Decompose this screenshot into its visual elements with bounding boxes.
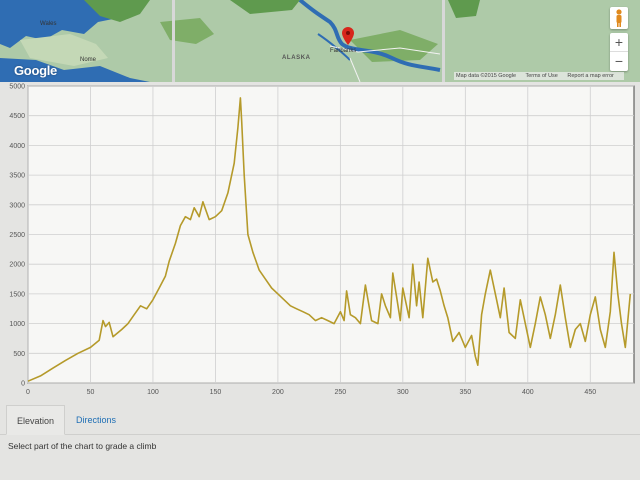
- map-pin-icon[interactable]: [342, 27, 354, 45]
- x-tick-label: 0: [26, 389, 30, 396]
- zoom-in-button[interactable]: +: [610, 33, 628, 52]
- map-footer: Map data ©2015 Google Terms of Use Repor…: [454, 72, 624, 80]
- x-tick-label: 400: [522, 389, 534, 396]
- x-tick-label: 200: [272, 389, 284, 396]
- zoom-control: + −: [610, 33, 628, 71]
- place-label-alaska: ALASKA: [282, 55, 311, 61]
- x-tick-label: 350: [459, 389, 471, 396]
- x-tick-label: 50: [87, 389, 95, 396]
- x-tick-label: 100: [147, 389, 159, 396]
- place-label-wales: Wales: [40, 21, 57, 27]
- y-tick-label: 3000: [9, 202, 25, 209]
- y-tick-label: 2500: [9, 232, 25, 239]
- y-tick-label: 1000: [9, 321, 25, 328]
- map-tile-seam: [442, 0, 445, 82]
- place-label-fairbanks: Fairbanks: [330, 48, 357, 54]
- terms-of-use-link[interactable]: Terms of Use: [525, 73, 557, 79]
- y-tick-label: 5000: [9, 84, 25, 91]
- tab-elevation[interactable]: Elevation: [6, 405, 66, 435]
- elevation-chart-svg[interactable]: 0500100015002000250030003500400045005000…: [4, 82, 640, 402]
- report-map-error-link[interactable]: Report a map error: [567, 73, 613, 79]
- map-tile-seam: [172, 0, 175, 82]
- map-terrain: [0, 0, 640, 82]
- y-tick-label: 0: [21, 381, 25, 388]
- y-tick-label: 1500: [9, 291, 25, 298]
- y-tick-label: 3500: [9, 173, 25, 180]
- map-data-credit: Map data ©2015 Google: [456, 73, 517, 79]
- elevation-chart[interactable]: 0 500 1000 1500 2000 2500 3000 3500 4000 4500 5000…: [4, 82, 640, 402]
- place-label-nome: Nome: [80, 57, 97, 63]
- x-tick-label: 250: [335, 389, 347, 396]
- grade-climb-hint: Select part of the chart to grade a clim…: [8, 441, 157, 451]
- street-view-icon[interactable]: [610, 7, 628, 29]
- zoom-out-button[interactable]: −: [610, 52, 628, 71]
- google-logo: Google: [14, 63, 57, 78]
- y-tick-label: 4500: [9, 113, 25, 120]
- y-tick-label: 500: [13, 351, 25, 358]
- y-tick-label: 4000: [9, 143, 25, 150]
- y-tick-label: 2000: [9, 262, 25, 269]
- chart-tabs: Elevation Directions: [0, 405, 640, 435]
- route-map[interactable]: Wales Nome ALASKA Fairbanks Google + − M…: [0, 0, 640, 82]
- tab-directions[interactable]: Directions: [66, 405, 126, 435]
- x-tick-label: 450: [584, 389, 596, 396]
- x-tick-label: 300: [397, 389, 409, 396]
- x-tick-label: 150: [210, 389, 222, 396]
